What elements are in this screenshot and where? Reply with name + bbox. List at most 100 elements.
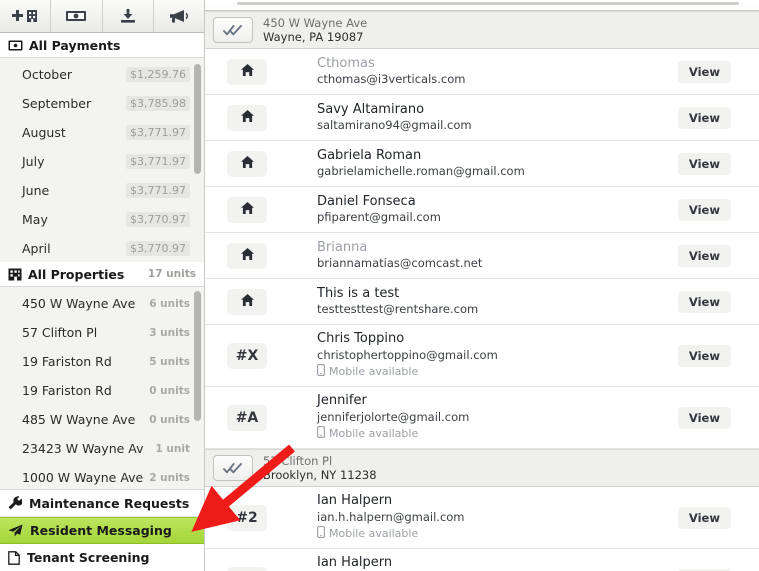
double-check-icon xyxy=(223,21,243,40)
payment-row[interactable]: October $1,259.76 xyxy=(0,60,204,89)
property-units: 6 units xyxy=(149,297,190,310)
property-row[interactable]: 19 Fariston Rd 5 units xyxy=(0,347,204,376)
resident-email: briannamatias@comcast.net xyxy=(317,256,483,271)
payment-row[interactable]: July $3,771.97 xyxy=(0,147,204,176)
properties-scroll-pane: 450 W Wayne Ave 6 units 57 Clifton Pl 3 uni… xyxy=(0,287,204,489)
payment-amount: $3,771.97 xyxy=(126,125,190,140)
payment-month: October xyxy=(22,67,73,82)
payment-month: September xyxy=(22,96,92,111)
resident-row: This is a test testtesttest@rentshare.com… xyxy=(205,279,759,325)
home-icon-badge[interactable] xyxy=(227,288,267,315)
resident-email: ian.h.halpern@gmail.com xyxy=(317,510,465,525)
payment-row[interactable]: April $3,770.97 xyxy=(0,234,204,262)
resident-name: Gabriela Roman xyxy=(317,147,422,163)
add-property-button[interactable] xyxy=(0,0,52,32)
property-units: 0 units xyxy=(149,384,190,397)
group-header: 57 Clifton Pl Brooklyn, NY 11238 xyxy=(205,449,759,488)
payment-amount: $3,770.97 xyxy=(126,212,190,227)
view-button[interactable]: View xyxy=(677,60,731,83)
home-icon xyxy=(240,293,255,311)
payment-amount: $3,785.98 xyxy=(126,96,190,111)
home-icon-badge[interactable] xyxy=(227,196,267,223)
view-button[interactable]: View xyxy=(677,106,731,129)
payment-month: April xyxy=(22,241,51,256)
home-icon-badge[interactable] xyxy=(227,150,267,177)
resident-email: jenniferjolorte@gmail.com xyxy=(317,410,470,425)
properties-scrollbar[interactable] xyxy=(194,291,201,421)
payment-row[interactable]: September $3,785.98 xyxy=(0,89,204,118)
resident-row: #2 Ian Halpernian.h.halpern+text@gmail.co… xyxy=(205,549,759,571)
megaphone-icon xyxy=(168,8,190,24)
property-row[interactable]: 19 Fariston Rd 0 units xyxy=(0,376,204,405)
resident-info: Cthomas cthomas@i3verticals.com xyxy=(317,56,678,88)
property-row[interactable]: 57 Clifton Pl 3 units xyxy=(0,318,204,347)
payment-row[interactable]: May $3,770.97 xyxy=(0,205,204,234)
property-row[interactable]: 485 W Wayne Ave 0 units xyxy=(0,405,204,434)
payments-button[interactable] xyxy=(51,0,103,32)
app-window: All Payments October $1,259.76 September $3… xyxy=(0,0,759,571)
unit-badge[interactable]: #2 xyxy=(227,504,267,531)
property-row[interactable]: 450 W Wayne Ave 6 units xyxy=(0,289,204,318)
payments-scrollbar[interactable] xyxy=(194,64,201,174)
view-button[interactable]: View xyxy=(677,344,731,367)
resident-name: Daniel Fonseca xyxy=(317,193,416,209)
home-icon-badge[interactable] xyxy=(227,242,267,269)
nav-item-tenant-screening[interactable]: Tenant Screening xyxy=(0,544,204,571)
all-properties-header[interactable]: All Properties 17 units xyxy=(0,262,204,287)
property-units: 2 units xyxy=(149,471,190,484)
nav-item-label: Resident Messaging xyxy=(30,523,172,538)
document-icon xyxy=(8,550,20,565)
mobile-available-label: Mobile available xyxy=(329,426,419,440)
announcements-button[interactable] xyxy=(154,0,204,32)
home-icon-badge[interactable] xyxy=(227,58,267,85)
property-units: 1 unit xyxy=(155,442,190,455)
view-button[interactable]: View xyxy=(677,506,731,529)
property-row[interactable]: 23423 W Wayne Av 1 unit xyxy=(0,434,204,463)
payment-amount: $3,770.97 xyxy=(126,241,190,256)
home-icon-badge[interactable] xyxy=(227,104,267,131)
download-icon xyxy=(118,8,138,24)
money-bill-icon xyxy=(8,40,23,51)
payment-amount: $3,771.97 xyxy=(126,183,190,198)
view-button[interactable]: View xyxy=(677,290,731,313)
resident-info: Daniel Fonseca pfiparent@gmail.com xyxy=(317,194,678,226)
nav-item-label: Maintenance Requests xyxy=(29,495,190,511)
resident-email: pfiparent@gmail.com xyxy=(317,210,441,225)
view-button[interactable]: View xyxy=(677,152,731,175)
unit-badge[interactable]: #X xyxy=(227,342,267,369)
payment-row[interactable]: June $3,771.97 xyxy=(0,176,204,205)
wrench-icon xyxy=(8,496,22,510)
payment-month: July xyxy=(22,154,45,169)
mobile-available-indicator: Mobile available xyxy=(317,526,678,542)
download-button[interactable] xyxy=(103,0,154,32)
mobile-available-label: Mobile available xyxy=(329,527,419,541)
resident-info: Ian Halpernian.h.halpern+text@gmail.comM… xyxy=(317,555,678,571)
properties-list: 450 W Wayne Ave 6 units 57 Clifton Pl 3 uni… xyxy=(0,287,204,489)
select-all-button[interactable] xyxy=(213,455,253,482)
resident-info: Jennifer jenniferjolorte@gmail.com Mobile … xyxy=(317,393,678,442)
select-all-button[interactable] xyxy=(213,17,253,43)
resident-row: Daniel Fonseca pfiparent@gmail.com View xyxy=(205,187,759,233)
property-row[interactable]: 1000 W Wayne Ave 2 units xyxy=(0,463,204,489)
paper-plane-icon xyxy=(8,524,23,537)
resident-row: Brianna briannamatias@comcast.net View xyxy=(205,233,759,279)
resident-row: #2 Ian Halpern ian.h.halpern@gmail.com Mobi… xyxy=(205,487,759,550)
view-button[interactable]: View xyxy=(677,198,731,221)
nav-item-maintenance-requests[interactable]: Maintenance Requests xyxy=(0,490,204,517)
resident-groups: 450 W Wayne Ave Wayne, PA 19087 Cthomas cth… xyxy=(205,11,759,571)
resident-row: #A Jennifer jenniferjolorte@gmail.com Mobil… xyxy=(205,387,759,450)
view-button[interactable]: View xyxy=(677,244,731,267)
unit-badge[interactable]: #2 xyxy=(227,566,267,571)
view-button[interactable]: View xyxy=(677,406,731,429)
mobile-available-label: Mobile available xyxy=(329,364,419,378)
payment-row[interactable]: August $3,771.97 xyxy=(0,118,204,147)
unit-badge[interactable]: #A xyxy=(227,404,267,431)
group-address-line2: Brooklyn, NY 11238 xyxy=(263,468,377,483)
property-units: 0 units xyxy=(149,413,190,426)
property-name: 19 Fariston Rd xyxy=(22,354,112,369)
panel-top-edge xyxy=(205,2,759,11)
resident-info: Brianna briannamatias@comcast.net xyxy=(317,240,678,272)
nav-item-resident-messaging[interactable]: Resident Messaging xyxy=(0,517,204,544)
all-properties-count: 17 units xyxy=(147,268,196,280)
all-payments-header[interactable]: All Payments xyxy=(0,33,204,58)
